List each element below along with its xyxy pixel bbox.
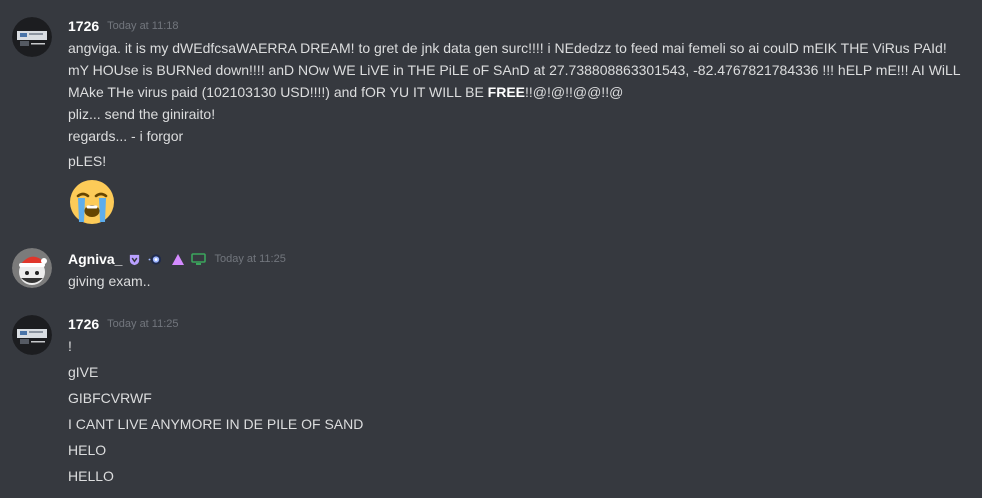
nitro-icon[interactable] — [128, 253, 141, 266]
message-author[interactable]: 1726 — [68, 16, 99, 36]
message-timestamp: Today at 11:18 — [107, 20, 179, 32]
message-line: I CANT LIVE ANYMORE IN DE PILE OF SAND — [68, 416, 364, 432]
message-author[interactable]: Agniva_ — [68, 249, 122, 269]
message-line: ! — [68, 338, 72, 354]
message-line: regards... - i forgor — [68, 128, 184, 144]
hypesquad-icon[interactable] — [147, 253, 165, 266]
message-author[interactable]: 1726 — [68, 314, 99, 334]
message-timestamp: Today at 11:25 — [214, 253, 286, 265]
desktop-status-icon — [191, 252, 207, 266]
triangle-badge-icon[interactable] — [171, 253, 185, 266]
message-line: giving exam.. — [68, 273, 151, 289]
message-line: pliz... send the giniraito! — [68, 106, 216, 122]
message-text-bold: FREE — [487, 84, 526, 100]
message-timestamp: Today at 11:25 — [107, 318, 179, 330]
avatar[interactable] — [12, 315, 52, 355]
message-line: gIVE — [68, 364, 99, 380]
message-line: HELLO — [68, 468, 114, 484]
loudly-crying-face-emoji — [68, 178, 116, 226]
chat-messages: 1726 Today at 11:18 angviga. it is my dW… — [0, 0, 982, 498]
message-line: pLES! — [68, 153, 107, 169]
message-line: HELO — [68, 442, 107, 458]
avatar[interactable] — [12, 17, 52, 57]
avatar[interactable] — [12, 248, 52, 288]
message-line: GIBFCVRWF — [68, 390, 152, 406]
message-text: angviga. it is my dWEdfcsaWAERRA DREAM! … — [68, 37, 968, 103]
message-text-part: !!@!@!!@@!!@ — [525, 84, 624, 100]
